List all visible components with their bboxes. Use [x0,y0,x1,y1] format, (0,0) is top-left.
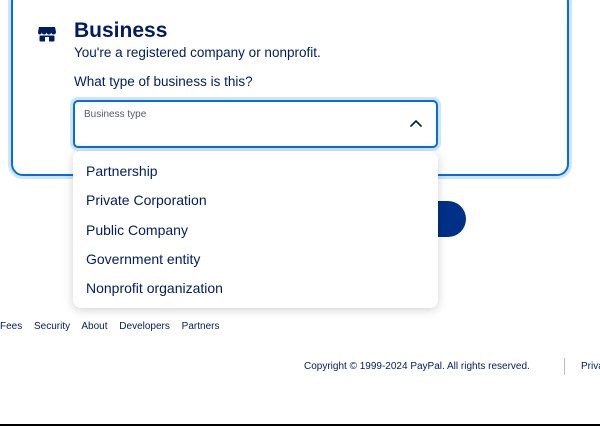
business-type-select[interactable]: Business type [73,100,438,148]
card-title: Business [74,19,168,42]
card-description: You're a registered company or nonprofit… [74,45,321,60]
business-type-question: What type of business is this? [74,74,253,89]
option-government-entity[interactable]: Government entity [73,245,438,274]
footer-link-security[interactable]: Security [34,321,70,332]
footer-link-privacy[interactable]: Priva [581,361,600,372]
option-partnership[interactable]: Partnership [73,157,438,186]
footer-link-about[interactable]: About [81,321,107,332]
footer-links: Fees Security About Developers Partners [0,321,228,332]
option-public-company[interactable]: Public Company [73,216,438,245]
chevron-up-icon [410,120,422,127]
footer-link-fees[interactable]: Fees [0,321,22,332]
option-nonprofit-organization[interactable]: Nonprofit organization [73,274,438,303]
business-type-label: Business type [84,109,147,120]
option-private-corporation[interactable]: Private Corporation [73,186,438,215]
business-type-dropdown: Partnership Private Corporation Public C… [73,151,438,308]
store-icon [38,27,56,42]
footer-link-partners[interactable]: Partners [182,321,220,332]
copyright-text: Copyright © 1999-2024 PayPal. All rights… [304,361,530,372]
footer-link-developers[interactable]: Developers [119,321,170,332]
footer-divider [564,358,565,375]
